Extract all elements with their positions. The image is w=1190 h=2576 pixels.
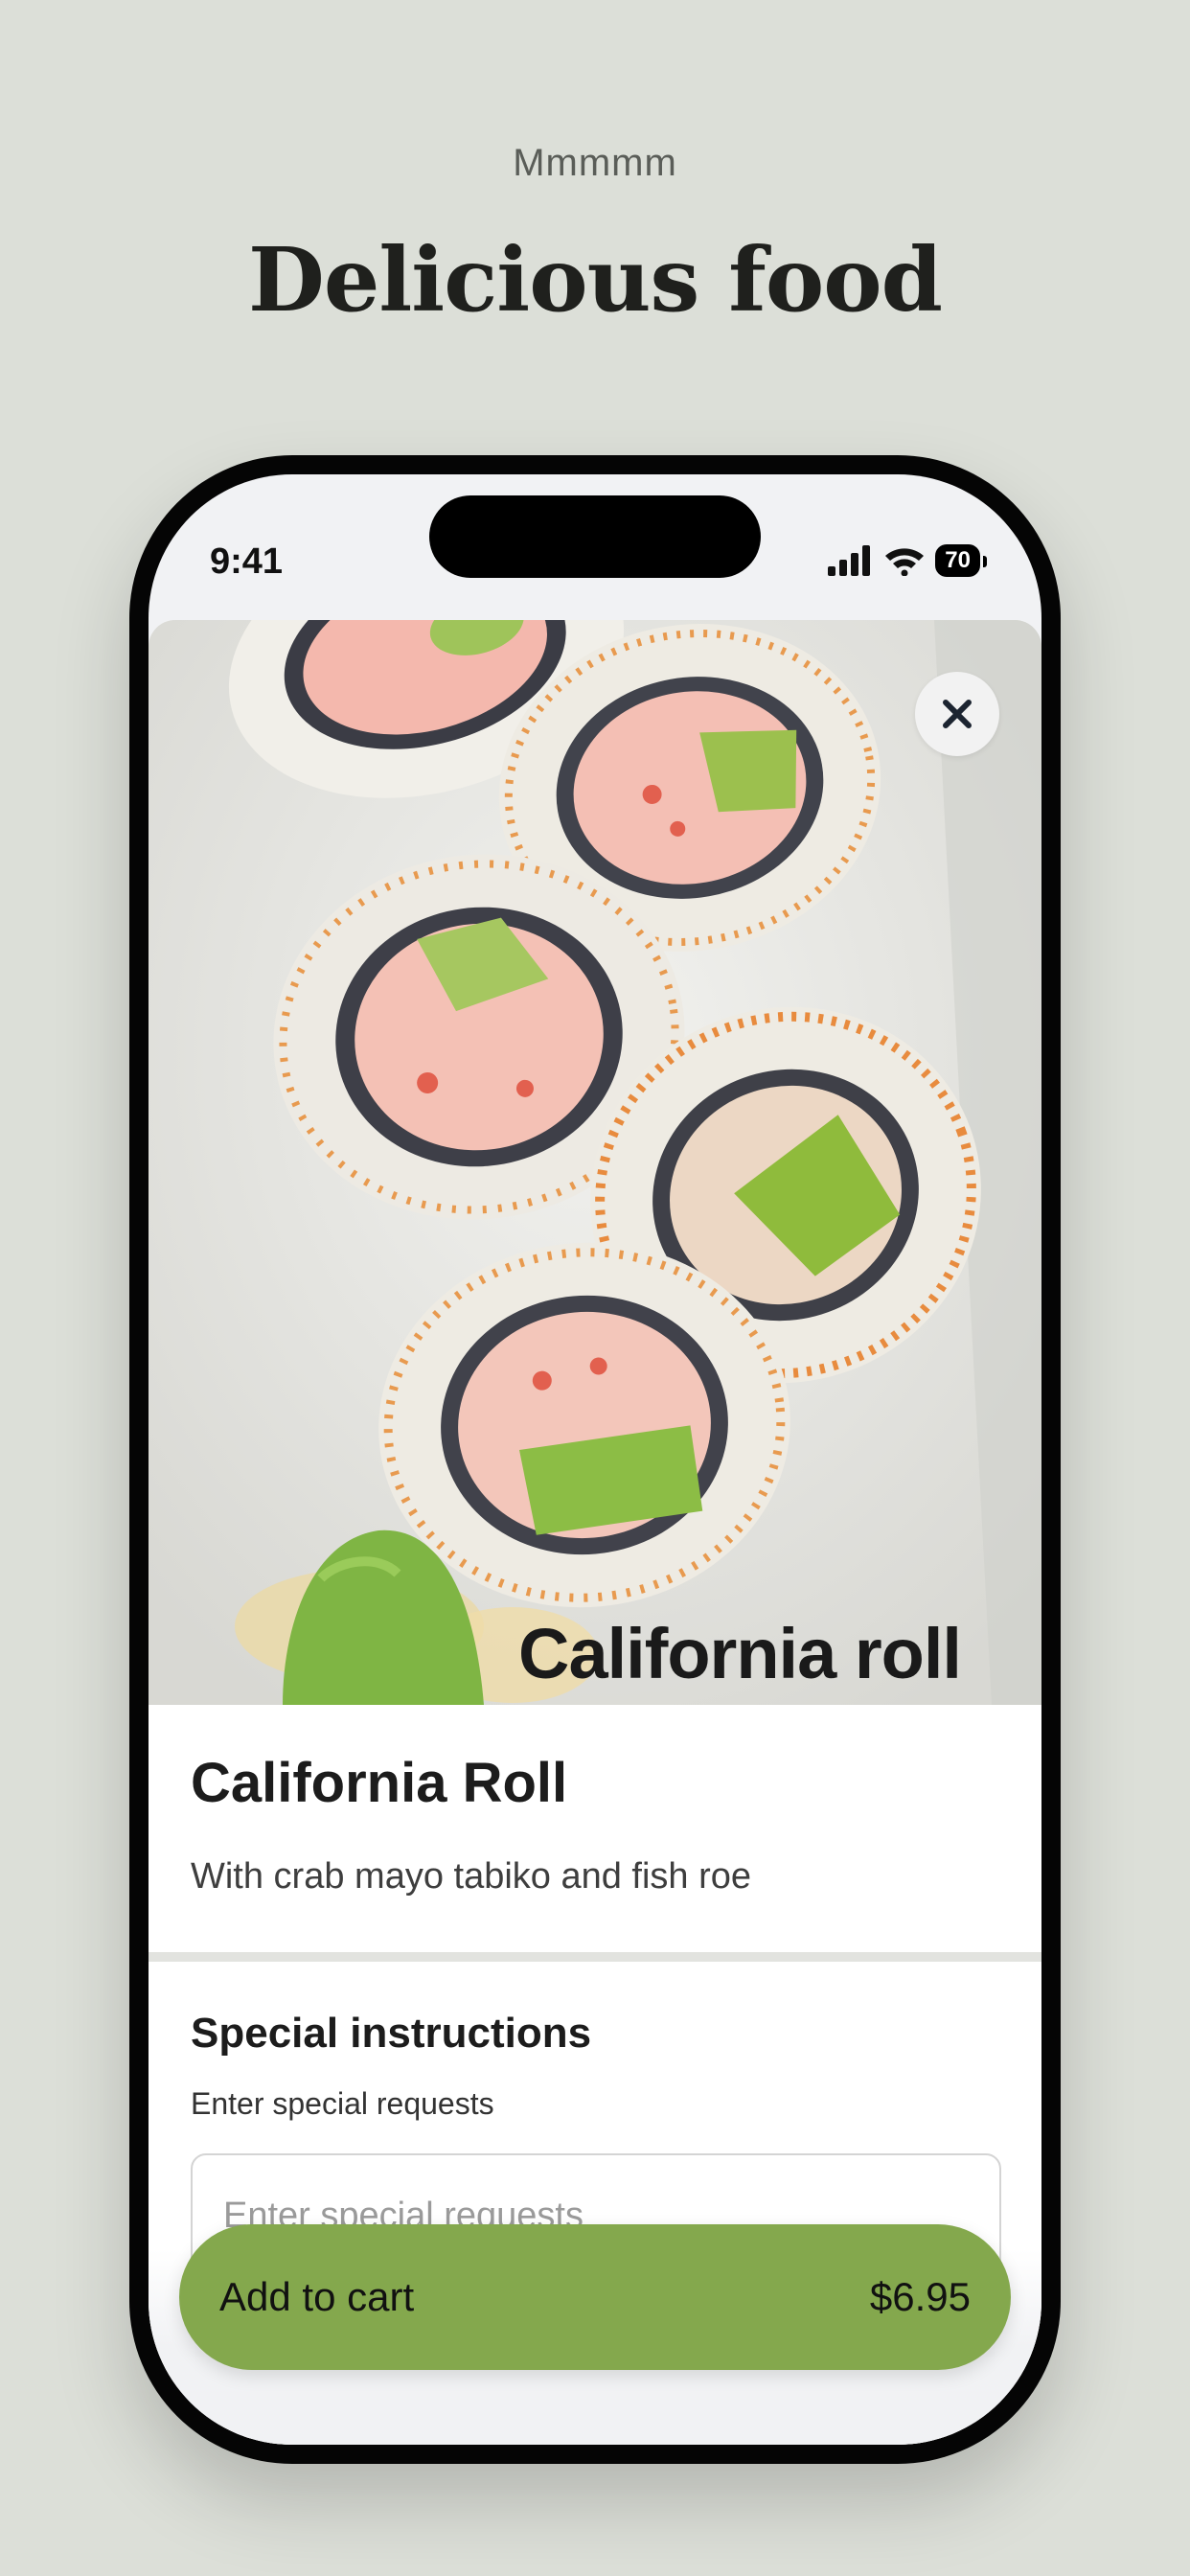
close-icon (943, 700, 972, 728)
promo-headline: Delicious food (248, 228, 943, 332)
item-sheet: California roll California Roll With cra… (149, 620, 1041, 2445)
status-icons: 70 (828, 541, 987, 580)
special-instructions-label: Enter special requests (191, 2086, 494, 2121)
item-name: California Roll (191, 1752, 568, 1814)
sushi-illustration (149, 620, 1041, 1705)
phone-frame: 9:41 70 California roll California Roll … (129, 455, 1061, 2464)
battery-icon: 70 (935, 544, 987, 577)
food-image: California roll (149, 620, 1041, 1705)
special-instructions-title: Special instructions (191, 2010, 592, 2057)
signal-icon (828, 545, 871, 576)
promo-eyebrow: Mmmmm (513, 142, 677, 184)
image-caption: California roll (518, 1614, 962, 1693)
status-time: 9:41 (210, 541, 284, 582)
dynamic-island (429, 495, 761, 578)
item-description: With crab mayo tabiko and fish roe (191, 1856, 752, 1897)
wifi-icon (885, 548, 925, 576)
close-button[interactable] (915, 672, 999, 756)
add-to-cart-button[interactable]: Add to cart $6.95 (179, 2224, 1011, 2370)
section-divider (149, 1952, 1041, 1962)
phone-screen: 9:41 70 California roll California Roll … (149, 474, 1041, 2445)
add-to-cart-label: Add to cart (219, 2274, 415, 2319)
cart-price: $6.95 (869, 2274, 971, 2319)
